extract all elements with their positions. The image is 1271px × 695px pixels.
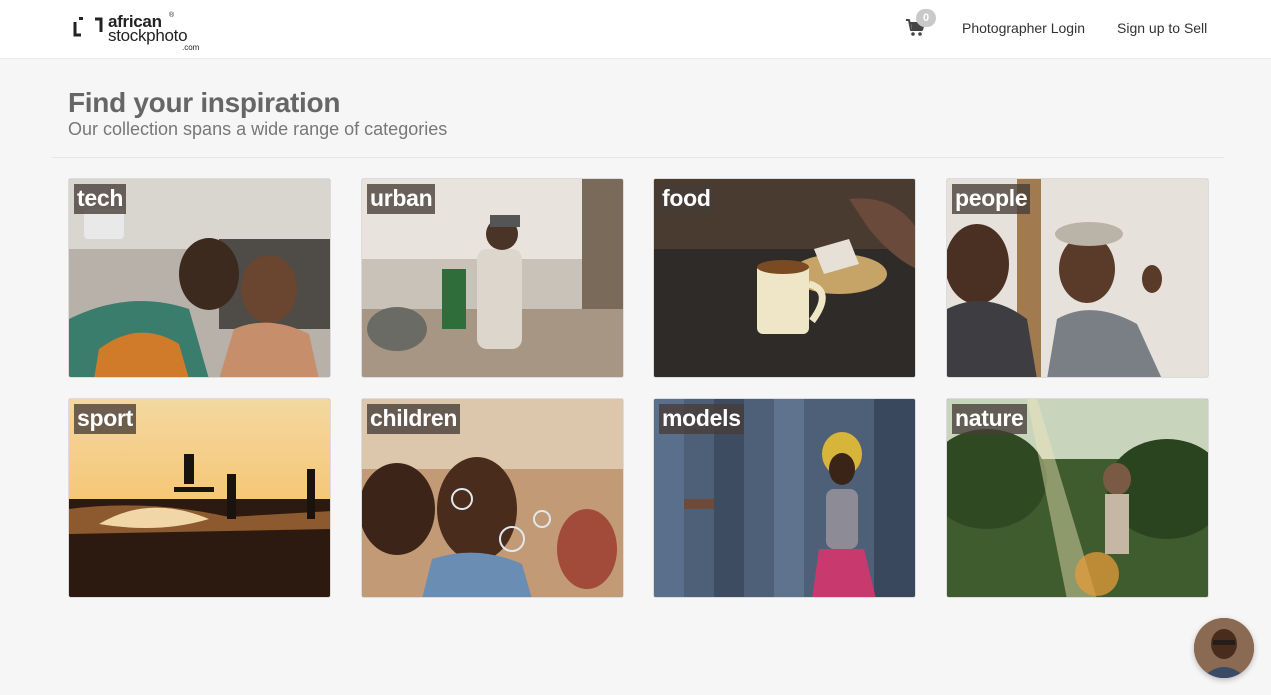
category-label: urban xyxy=(367,184,436,214)
photographer-login-link[interactable]: Photographer Login xyxy=(962,20,1085,36)
top-navigation-bar: african ® stockphoto .com 0 Photographer… xyxy=(0,0,1271,59)
category-tile-nature[interactable]: nature xyxy=(946,398,1209,598)
category-tile-children[interactable]: children xyxy=(361,398,624,598)
category-tile-urban[interactable]: urban xyxy=(361,178,624,378)
sign-up-to-sell-link[interactable]: Sign up to Sell xyxy=(1117,20,1207,36)
category-tile-tech[interactable]: tech xyxy=(68,178,331,378)
category-label: tech xyxy=(74,184,127,214)
category-tile-food[interactable]: food xyxy=(653,178,916,378)
camera-frame-logo-icon xyxy=(73,17,103,37)
site-logo[interactable]: african ® stockphoto .com xyxy=(72,12,212,53)
category-tile-people[interactable]: people xyxy=(946,178,1209,378)
category-label: sport xyxy=(74,404,137,434)
category-label: food xyxy=(659,184,714,214)
page-subtitle: Our collection spans a wide range of cat… xyxy=(68,119,448,139)
logo-text-stockphoto: stockphoto xyxy=(108,26,188,45)
logo-registered-mark: ® xyxy=(169,12,175,19)
category-tile-models[interactable]: models xyxy=(653,398,916,598)
category-label: children xyxy=(367,404,461,434)
category-label: nature xyxy=(952,404,1027,434)
cart-count-badge: 0 xyxy=(916,9,936,27)
category-tile-sport[interactable]: sport xyxy=(68,398,331,598)
category-label: people xyxy=(952,184,1031,214)
support-agent-avatar xyxy=(1194,618,1254,678)
page-title: Find your inspiration xyxy=(68,87,341,118)
category-label: models xyxy=(659,404,744,434)
logo-text-dotcom: .com xyxy=(182,43,200,52)
support-chat-avatar[interactable] xyxy=(1194,618,1254,678)
section-divider xyxy=(52,157,1224,158)
